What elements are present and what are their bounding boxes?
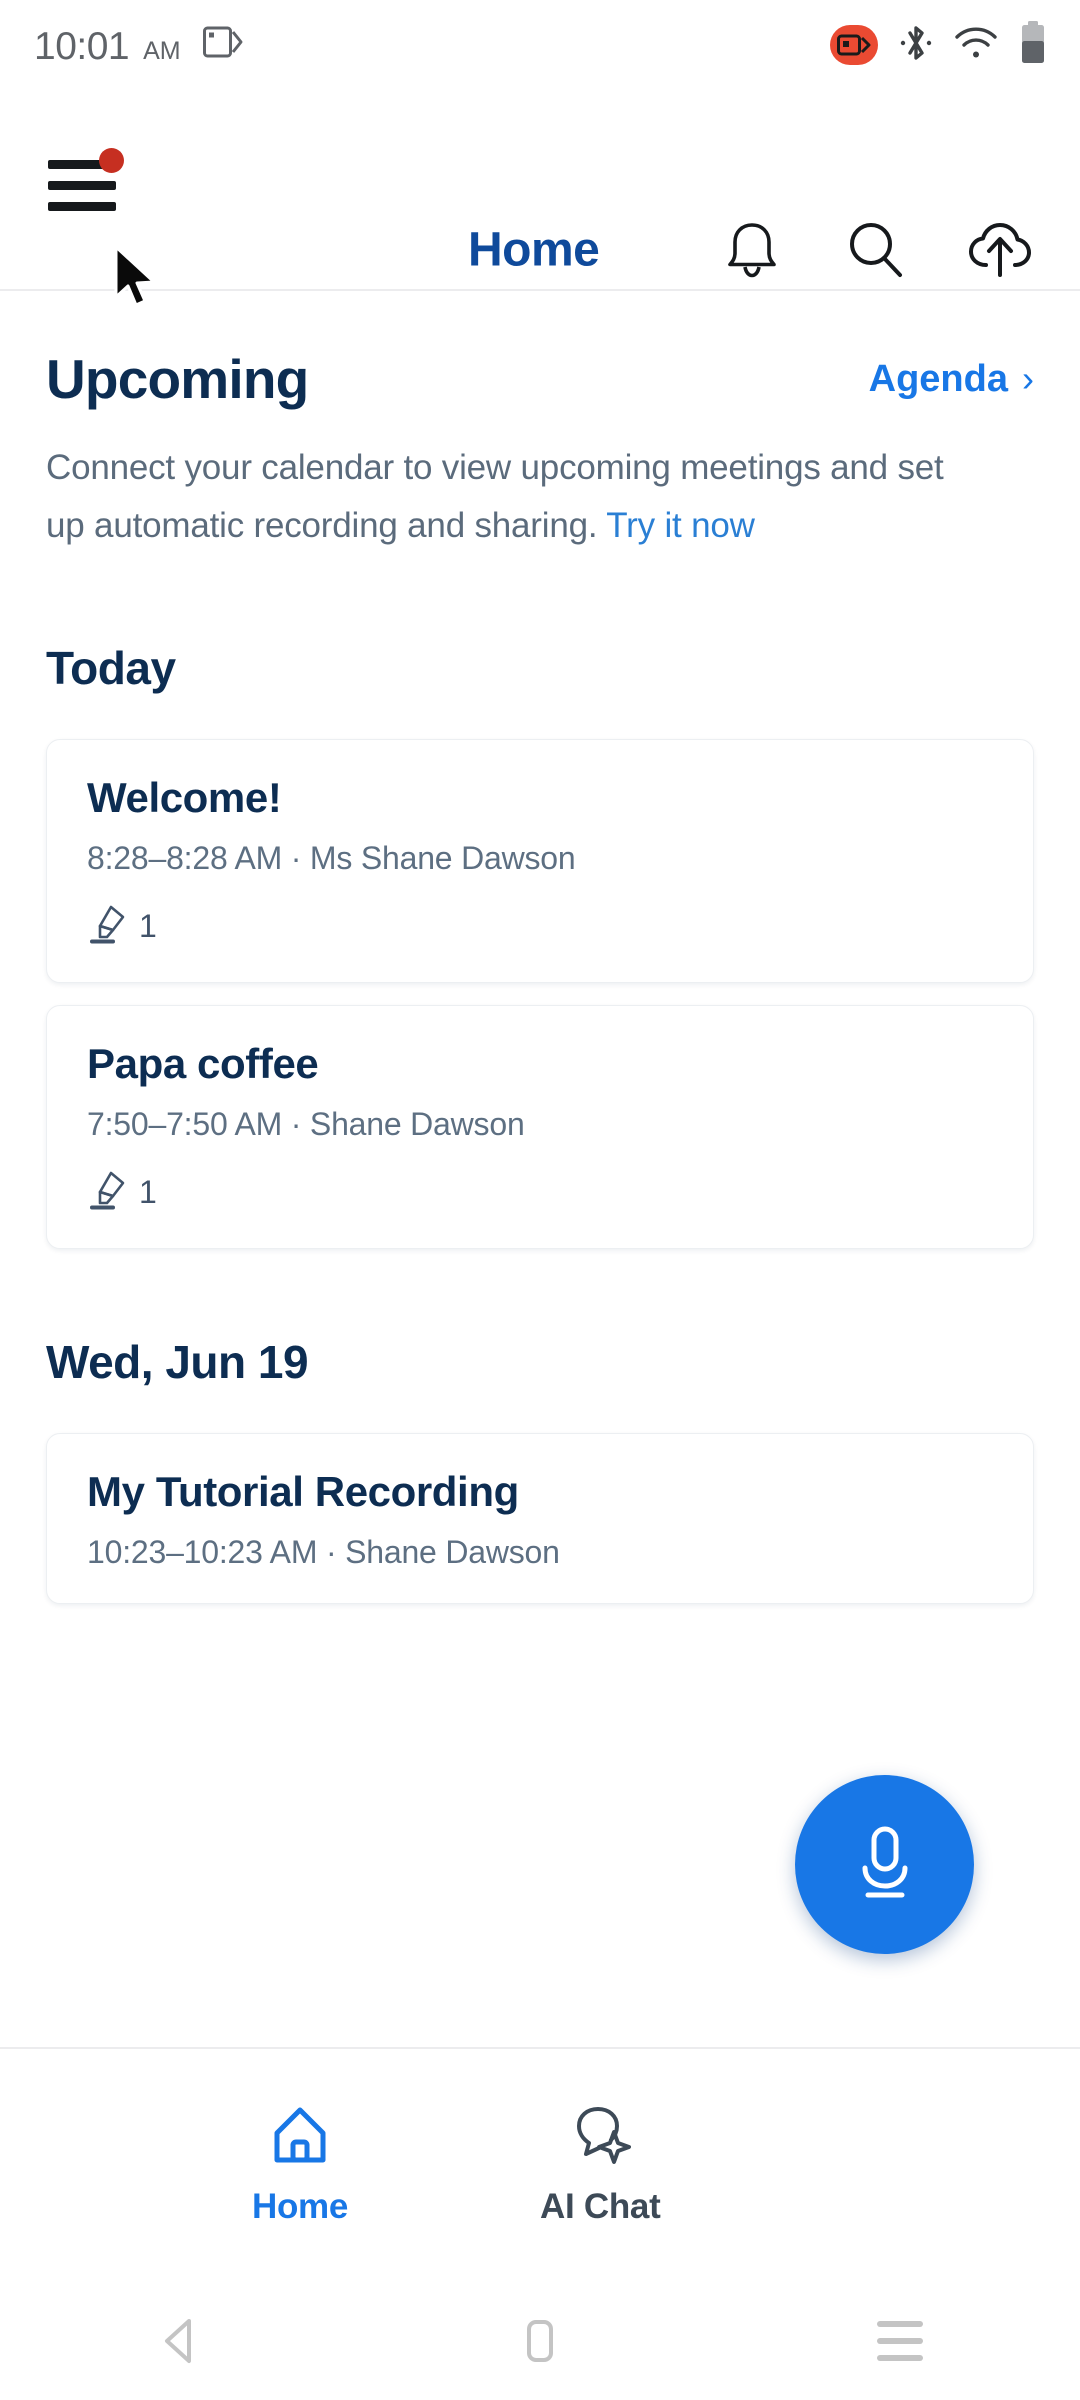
header-actions	[716, 214, 1036, 286]
record-fab-button[interactable]	[795, 1775, 974, 1954]
bottom-nav: Home AI Chat	[0, 2049, 1080, 2282]
section-heading-date: Wed, Jun 19	[46, 1336, 309, 1388]
hamburger-bar	[48, 181, 116, 190]
page-title: Home	[468, 223, 600, 277]
meeting-card-subtitle: 8:28–8:28 AM · Ms Shane Dawson	[87, 840, 576, 876]
hamburger-bar	[48, 160, 106, 169]
hamburger-bar	[48, 202, 116, 211]
bluetooth-icon	[900, 22, 932, 69]
nav-item-ai-chat-label: AI Chat	[540, 2187, 661, 2226]
upcoming-header-row: Upcoming Agenda ›	[0, 347, 1080, 411]
meeting-card[interactable]: Papa coffee 7:50–7:50 AM · Shane Dawson …	[46, 1005, 1034, 1249]
status-bar-left: 10:01 AM	[34, 25, 243, 66]
hamburger-menu-icon[interactable]	[48, 148, 124, 212]
section-heading-today: Today	[46, 642, 176, 694]
screen-record-icon	[830, 25, 878, 65]
app-header: Home	[0, 90, 1080, 289]
meeting-card-meta-count: 1	[139, 1174, 157, 1210]
meeting-card-meta-count: 1	[139, 908, 157, 944]
search-icon[interactable]	[840, 214, 912, 286]
status-bar-right	[830, 20, 1046, 70]
back-triangle-icon[interactable]	[120, 2301, 240, 2381]
chevron-right-icon: ›	[1022, 358, 1034, 399]
meeting-card-title: Welcome!	[87, 774, 282, 821]
status-bar-ampm: AM	[143, 36, 181, 65]
battery-icon	[1020, 20, 1046, 70]
agenda-link-label: Agenda	[868, 357, 1008, 400]
try-it-now-link[interactable]: Try it now	[606, 506, 755, 545]
meeting-card-meta: 1	[87, 903, 993, 950]
calendar-connect-blurb: Connect your calendar to view upcoming m…	[46, 439, 966, 555]
home-icon	[269, 2104, 331, 2171]
nav-item-home-label: Home	[252, 2187, 349, 2226]
meeting-card-subtitle: 7:50–7:50 AM · Shane Dawson	[87, 1106, 525, 1142]
notification-dot-badge	[99, 148, 124, 173]
blurb-text: Connect your calendar to view upcoming m…	[46, 448, 944, 545]
meeting-card[interactable]: Welcome! 8:28–8:28 AM · Ms Shane Dawson …	[46, 739, 1034, 983]
wifi-icon	[954, 25, 998, 66]
upcoming-heading: Upcoming	[46, 348, 309, 410]
nav-item-ai-chat[interactable]: AI Chat	[540, 2104, 661, 2227]
microphone-icon	[847, 1821, 923, 1908]
recents-line	[877, 2355, 923, 2361]
home-square-icon[interactable]	[480, 2301, 600, 2381]
nav-item-home[interactable]: Home	[252, 2104, 348, 2227]
meeting-card-subtitle: 10:23–10:23 AM · Shane Dawson	[87, 1534, 560, 1570]
recents-line	[877, 2338, 923, 2344]
meeting-card-meta: 1	[87, 1169, 993, 1216]
chat-sparkle-icon	[569, 2104, 632, 2171]
meeting-card-title: My Tutorial Recording	[87, 1468, 519, 1515]
status-bar: 10:01 AM	[0, 0, 1080, 90]
cloud-upload-icon[interactable]	[964, 214, 1036, 286]
highlighter-icon	[87, 903, 127, 950]
cast-icon	[202, 25, 243, 66]
recents-line	[877, 2321, 923, 2327]
agenda-link[interactable]: Agenda ›	[869, 358, 1034, 401]
highlighter-icon	[87, 1169, 127, 1216]
recents-lines-icon[interactable]	[840, 2301, 960, 2381]
bell-icon[interactable]	[716, 214, 788, 286]
main-content: Upcoming Agenda › Connect your calendar …	[0, 291, 1080, 1604]
meeting-card[interactable]: My Tutorial Recording 10:23–10:23 AM · S…	[46, 1433, 1034, 1604]
android-nav-bar	[0, 2282, 1080, 2400]
status-bar-clock: 10:01	[34, 24, 130, 68]
meeting-card-title: Papa coffee	[87, 1040, 319, 1087]
